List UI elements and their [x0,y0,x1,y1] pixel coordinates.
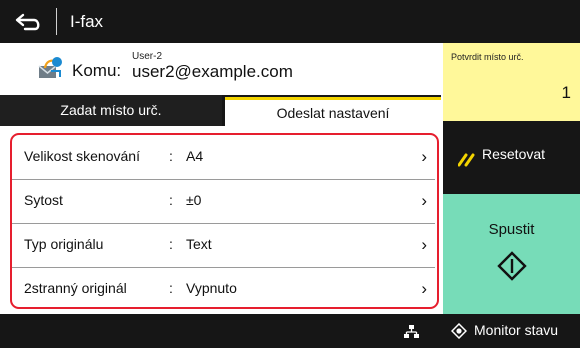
tab-send-settings[interactable]: Odeslat nastavení [225,97,441,126]
back-button[interactable] [8,5,50,38]
setting-separator: : [169,148,173,164]
setting-separator: : [169,236,173,252]
setting-density[interactable]: Sytost : ±0 › [12,180,435,224]
email-recipient-icon [38,57,62,78]
chevron-right-icon: › [421,235,427,254]
setting-original-type[interactable]: Typ originálu : Text › [12,224,435,268]
chevron-right-icon: › [421,147,427,166]
setting-separator: : [169,280,173,296]
chevron-right-icon: › [421,279,427,298]
start-diamond-icon [497,251,527,281]
destination-count: 1 [561,83,571,102]
recipient-email: user2@example.com [132,62,293,81]
recipient-label: Komu: [72,61,122,80]
setting-label: Typ originálu [24,236,104,252]
page-title: I-fax [70,12,104,31]
reset-button[interactable]: Resetovat [443,121,580,194]
setting-value: Text [186,236,212,252]
confirm-destinations-button[interactable]: Potvrdit místo urč. 1 [443,43,580,121]
setting-value: ±0 [186,192,202,208]
i-fax-screen: I-fax Komu: User-2 user2@example.com Pot… [0,0,580,348]
confirm-destinations-label: Potvrdit místo urč. [451,52,524,62]
recipient-row[interactable]: Komu: User-2 user2@example.com [0,43,441,95]
status-monitor-icon [451,323,467,339]
status-bar: Monitor stavu [0,314,580,348]
recipient-user: User-2 [132,51,163,62]
tab-specify-destination[interactable]: Zadat místo urč. [0,95,222,126]
tab-bar: Zadat místo urč. Odeslat nastavení [0,95,441,126]
back-arrow-icon [15,13,40,30]
setting-scan-size[interactable]: Velikost skenování : A4 › [12,136,435,180]
setting-two-sided-original[interactable]: 2stranný originál : Vypnuto › [12,268,435,312]
status-monitor-button[interactable]: Monitor stavu [443,314,580,348]
setting-value: A4 [186,148,204,164]
setting-label: Sytost [24,192,63,208]
reset-icon [458,153,475,167]
network-icon [404,325,419,338]
title-divider [56,8,57,35]
chevron-right-icon: › [421,191,427,210]
title-bar: I-fax [0,0,580,43]
start-button[interactable]: Spustit [443,194,580,314]
start-label: Spustit [488,221,535,238]
status-monitor-label: Monitor stavu [474,322,559,338]
settings-list: Velikost skenování : A4 › Sytost : ±0 › … [0,126,441,316]
setting-separator: : [169,192,173,208]
reset-label: Resetovat [482,146,546,162]
setting-value: Vypnuto [186,280,237,296]
setting-label: Velikost skenování [24,148,140,164]
setting-label: 2stranný originál [24,280,127,296]
